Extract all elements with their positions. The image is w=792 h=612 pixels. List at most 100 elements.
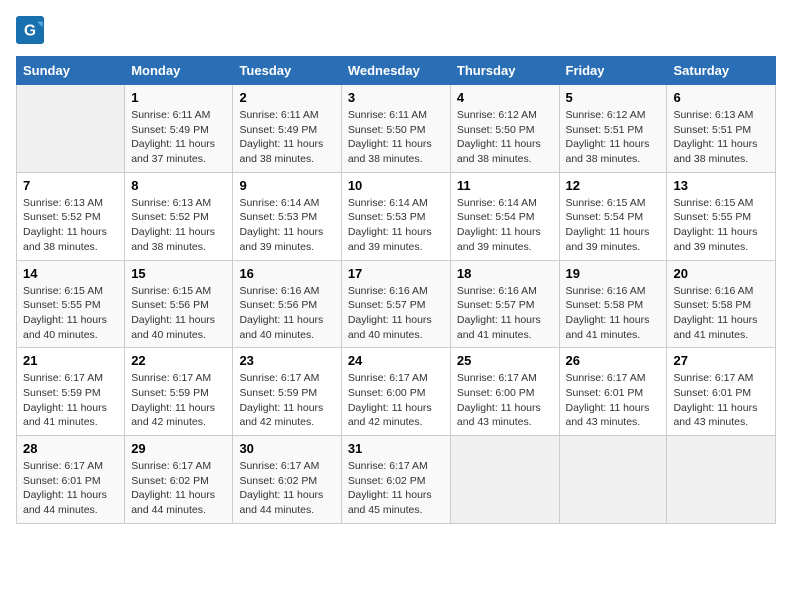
day-number: 30 — [239, 441, 334, 456]
day-info: Sunrise: 6:14 AM Sunset: 5:54 PM Dayligh… — [457, 196, 553, 255]
table-row: 6Sunrise: 6:13 AM Sunset: 5:51 PM Daylig… — [667, 85, 776, 173]
table-row: 21 Sunrise: 6:17 AM Sunset: 5:59 PM Dayli… — [17, 348, 125, 436]
day-info: Sunrise: 6:16 AM Sunset: 5:58 PM Dayligh… — [566, 284, 661, 343]
table-row: 29 Sunrise: 6:17 AM Sunset: 6:02 PM Dayli… — [125, 436, 233, 524]
table-row: 31 Sunrise: 6:17 AM Sunset: 6:02 PM Dayli… — [341, 436, 450, 524]
day-info: Sunrise: 6:17 AM Sunset: 5:59 PM Dayligh… — [131, 371, 226, 430]
table-row: 14 Sunrise: 6:15 AM Sunset: 5:55 PM Dayli… — [17, 260, 125, 348]
day-number: 21 — [23, 353, 118, 368]
table-row — [450, 436, 559, 524]
logo-icon: G — [16, 16, 44, 44]
day-info: Sunrise: 6:16 AM Sunset: 5:57 PM Dayligh… — [348, 284, 444, 343]
table-row: 9 Sunrise: 6:14 AM Sunset: 5:53 PM Daylig… — [233, 172, 341, 260]
day-info: Sunrise: 6:17 AM Sunset: 6:00 PM Dayligh… — [348, 371, 444, 430]
day-number: 11 — [457, 178, 553, 193]
day-number: 29 — [131, 441, 226, 456]
day-number: 31 — [348, 441, 444, 456]
week-row-1: 1 Sunrise: 6:11 AM Sunset: 5:49 PM Daylig… — [17, 85, 776, 173]
day-info: Sunrise: 6:17 AM Sunset: 6:02 PM Dayligh… — [239, 459, 334, 518]
week-row-4: 21 Sunrise: 6:17 AM Sunset: 5:59 PM Dayli… — [17, 348, 776, 436]
weekday-header-monday: Monday — [125, 57, 233, 85]
table-row: 22 Sunrise: 6:17 AM Sunset: 5:59 PM Dayli… — [125, 348, 233, 436]
day-info: Sunrise: 6:11 AM Sunset: 5:49 PM Dayligh… — [239, 108, 334, 167]
day-info: Sunrise: 6:13 AM Sunset: 5:52 PM Dayligh… — [131, 196, 226, 255]
logo: G — [16, 16, 48, 44]
day-info: Sunrise: 6:17 AM Sunset: 6:02 PM Dayligh… — [348, 459, 444, 518]
day-info: Sunrise: 6:17 AM Sunset: 6:02 PM Dayligh… — [131, 459, 226, 518]
day-info: Sunrise: 6:11 AM Sunset: 5:50 PM Dayligh… — [348, 108, 444, 167]
day-info: Sunrise: 6:15 AM Sunset: 5:54 PM Dayligh… — [566, 196, 661, 255]
day-info: Sunrise: 6:13 AM Sunset: 5:52 PM Dayligh… — [23, 196, 118, 255]
day-info: Sunrise: 6:12 AM Sunset: 5:51 PM Dayligh… — [566, 108, 661, 167]
table-row: 16 Sunrise: 6:16 AM Sunset: 5:56 PM Dayli… — [233, 260, 341, 348]
table-row: 4 Sunrise: 6:12 AM Sunset: 5:50 PM Daylig… — [450, 85, 559, 173]
table-row: 3 Sunrise: 6:11 AM Sunset: 5:50 PM Daylig… — [341, 85, 450, 173]
day-info: Sunrise: 6:15 AM Sunset: 5:55 PM Dayligh… — [23, 284, 118, 343]
day-number: 27 — [673, 353, 769, 368]
day-number: 19 — [566, 266, 661, 281]
day-number: 23 — [239, 353, 334, 368]
day-info: Sunrise: 6:16 AM Sunset: 5:56 PM Dayligh… — [239, 284, 334, 343]
table-row: 25 Sunrise: 6:17 AM Sunset: 6:00 PM Dayli… — [450, 348, 559, 436]
week-row-5: 28Sunrise: 6:17 AM Sunset: 6:01 PM Dayli… — [17, 436, 776, 524]
day-number: 15 — [131, 266, 226, 281]
svg-text:G: G — [24, 23, 36, 40]
table-row: 7 Sunrise: 6:13 AM Sunset: 5:52 PM Daylig… — [17, 172, 125, 260]
table-row: 11 Sunrise: 6:14 AM Sunset: 5:54 PM Dayli… — [450, 172, 559, 260]
day-info: Sunrise: 6:15 AM Sunset: 5:56 PM Dayligh… — [131, 284, 226, 343]
table-row: 27Sunrise: 6:17 AM Sunset: 6:01 PM Dayli… — [667, 348, 776, 436]
table-row: 8Sunrise: 6:13 AM Sunset: 5:52 PM Daylig… — [125, 172, 233, 260]
day-info: Sunrise: 6:17 AM Sunset: 6:00 PM Dayligh… — [457, 371, 553, 430]
day-number: 17 — [348, 266, 444, 281]
day-number: 6 — [673, 90, 769, 105]
week-row-2: 7 Sunrise: 6:13 AM Sunset: 5:52 PM Daylig… — [17, 172, 776, 260]
weekday-header-row: SundayMondayTuesdayWednesdayThursdayFrid… — [17, 57, 776, 85]
day-number: 4 — [457, 90, 553, 105]
table-row: 26 Sunrise: 6:17 AM Sunset: 6:01 PM Dayli… — [559, 348, 667, 436]
table-row: 20Sunrise: 6:16 AM Sunset: 5:58 PM Dayli… — [667, 260, 776, 348]
day-number: 7 — [23, 178, 118, 193]
table-row: 15 Sunrise: 6:15 AM Sunset: 5:56 PM Dayli… — [125, 260, 233, 348]
day-info: Sunrise: 6:14 AM Sunset: 5:53 PM Dayligh… — [348, 196, 444, 255]
day-info: Sunrise: 6:17 AM Sunset: 5:59 PM Dayligh… — [23, 371, 118, 430]
day-info: Sunrise: 6:14 AM Sunset: 5:53 PM Dayligh… — [239, 196, 334, 255]
day-number: 3 — [348, 90, 444, 105]
table-row — [667, 436, 776, 524]
table-row: 19 Sunrise: 6:16 AM Sunset: 5:58 PM Dayli… — [559, 260, 667, 348]
table-row — [559, 436, 667, 524]
table-row: 13Sunrise: 6:15 AM Sunset: 5:55 PM Dayli… — [667, 172, 776, 260]
day-info: Sunrise: 6:17 AM Sunset: 6:01 PM Dayligh… — [566, 371, 661, 430]
table-row: 18Sunrise: 6:16 AM Sunset: 5:57 PM Dayli… — [450, 260, 559, 348]
week-row-3: 14 Sunrise: 6:15 AM Sunset: 5:55 PM Dayli… — [17, 260, 776, 348]
day-number: 26 — [566, 353, 661, 368]
day-info: Sunrise: 6:15 AM Sunset: 5:55 PM Dayligh… — [673, 196, 769, 255]
table-row: 2 Sunrise: 6:11 AM Sunset: 5:49 PM Daylig… — [233, 85, 341, 173]
day-info: Sunrise: 6:17 AM Sunset: 5:59 PM Dayligh… — [239, 371, 334, 430]
day-info: Sunrise: 6:12 AM Sunset: 5:50 PM Dayligh… — [457, 108, 553, 167]
day-number: 12 — [566, 178, 661, 193]
day-info: Sunrise: 6:17 AM Sunset: 6:01 PM Dayligh… — [23, 459, 118, 518]
day-number: 1 — [131, 90, 226, 105]
day-number: 9 — [239, 178, 334, 193]
day-number: 2 — [239, 90, 334, 105]
weekday-header-wednesday: Wednesday — [341, 57, 450, 85]
day-number: 16 — [239, 266, 334, 281]
page-header: G — [16, 16, 776, 44]
day-info: Sunrise: 6:11 AM Sunset: 5:49 PM Dayligh… — [131, 108, 226, 167]
table-row: 10 Sunrise: 6:14 AM Sunset: 5:53 PM Dayli… — [341, 172, 450, 260]
day-number: 25 — [457, 353, 553, 368]
table-row: 1 Sunrise: 6:11 AM Sunset: 5:49 PM Daylig… — [125, 85, 233, 173]
table-row: 30 Sunrise: 6:17 AM Sunset: 6:02 PM Dayli… — [233, 436, 341, 524]
table-row: 24 Sunrise: 6:17 AM Sunset: 6:00 PM Dayli… — [341, 348, 450, 436]
day-number: 14 — [23, 266, 118, 281]
day-number: 10 — [348, 178, 444, 193]
day-number: 24 — [348, 353, 444, 368]
day-number: 20 — [673, 266, 769, 281]
weekday-header-tuesday: Tuesday — [233, 57, 341, 85]
table-row — [17, 85, 125, 173]
weekday-header-sunday: Sunday — [17, 57, 125, 85]
table-row: 12 Sunrise: 6:15 AM Sunset: 5:54 PM Dayli… — [559, 172, 667, 260]
table-row: 28Sunrise: 6:17 AM Sunset: 6:01 PM Dayli… — [17, 436, 125, 524]
weekday-header-thursday: Thursday — [450, 57, 559, 85]
day-number: 22 — [131, 353, 226, 368]
